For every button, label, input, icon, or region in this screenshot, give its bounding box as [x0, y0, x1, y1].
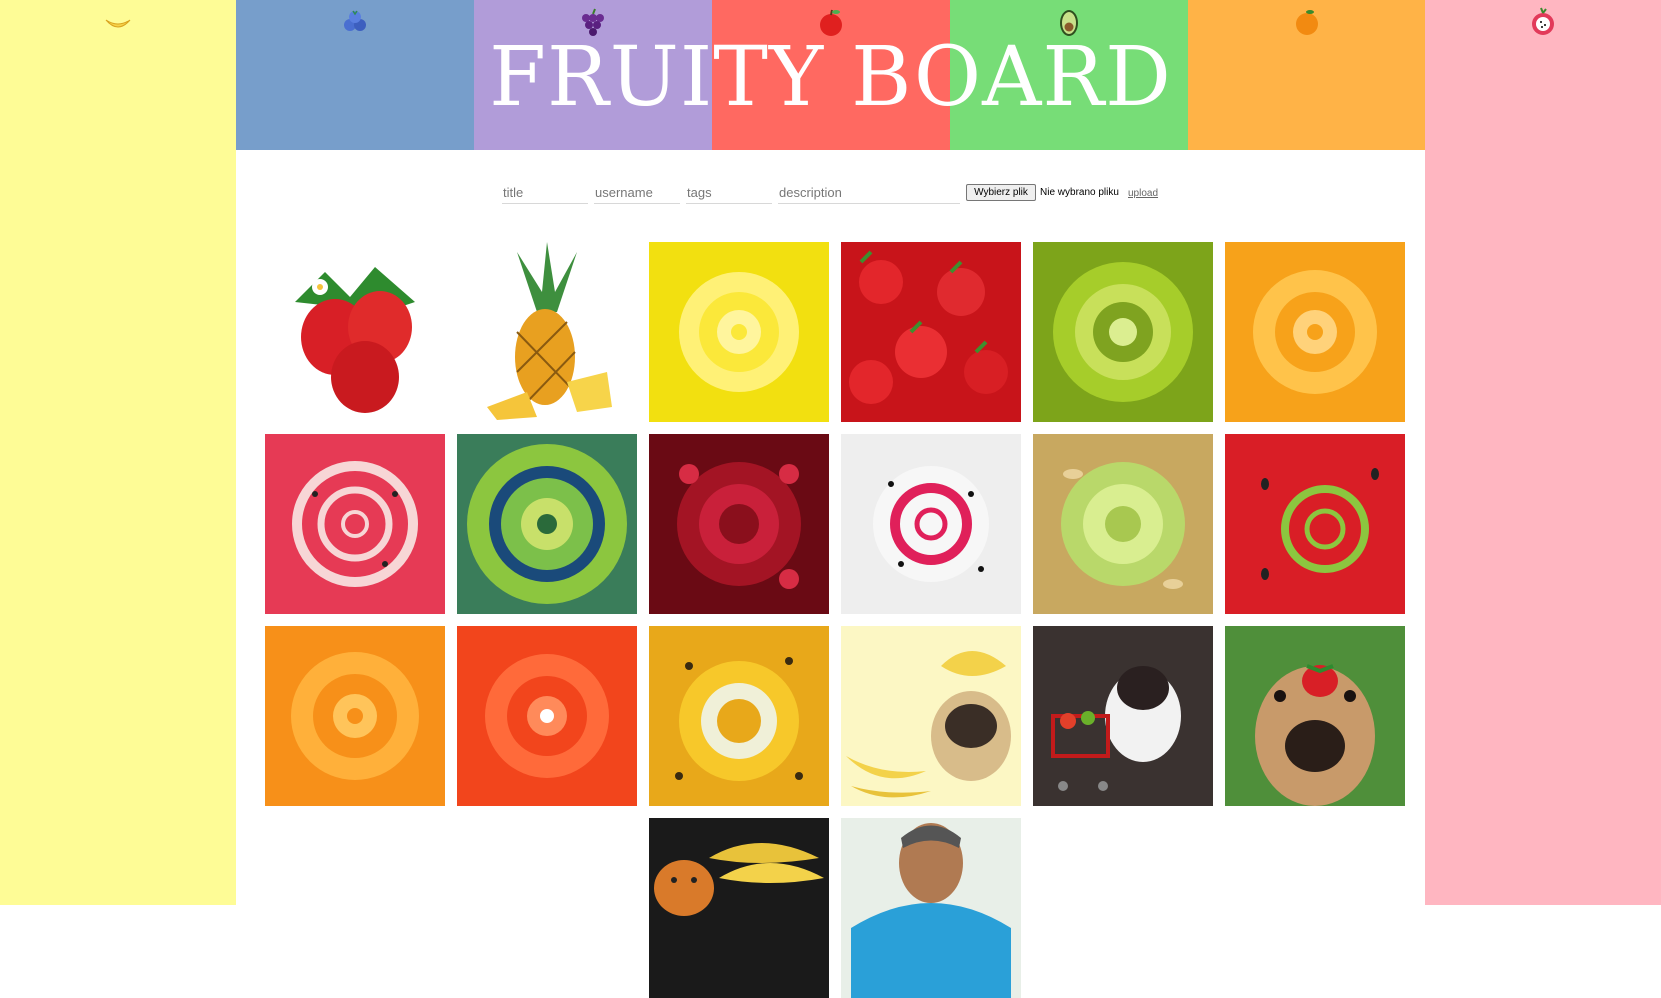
- banana-strip: [0, 0, 236, 905]
- gallery-image-grapefruit-spiral[interactable]: [457, 626, 637, 806]
- gallery-image-melon-spiral[interactable]: [1033, 434, 1213, 614]
- dragonfruit-icon: [1532, 7, 1554, 35]
- file-status: Nie wybrano pliku: [1040, 187, 1119, 198]
- banana-icon: [105, 19, 131, 28]
- gallery-image-orange-spiral[interactable]: [1225, 242, 1405, 422]
- title-input[interactable]: [502, 182, 588, 204]
- gallery-image-lemon-spiral[interactable]: [649, 242, 829, 422]
- gallery-image-pomegranate-spiral[interactable]: [649, 434, 829, 614]
- username-input[interactable]: [594, 182, 680, 204]
- gallery-image-orange-spiral-2[interactable]: [265, 626, 445, 806]
- gallery-image-strawberry-spiral[interactable]: [841, 242, 1021, 422]
- gallery-image-cat-bananas[interactable]: [649, 818, 829, 998]
- gallery-image-passionfruit-spiral[interactable]: [649, 626, 829, 806]
- gallery-image-dragonfruit-spiral[interactable]: [841, 434, 1021, 614]
- gallery-image-man-portrait[interactable]: [841, 818, 1021, 998]
- gallery-image-strawberries[interactable]: [265, 242, 445, 422]
- choose-file-button[interactable]: Wybierz plik: [966, 184, 1036, 201]
- upload-form: Wybierz plik Nie wybrano pliku upload: [236, 180, 1425, 208]
- dragonfruit-strip: [1425, 0, 1661, 905]
- gallery-image-kiwi-spiral-2[interactable]: [457, 434, 637, 614]
- gallery-image-dog-strawberry[interactable]: [1225, 626, 1405, 806]
- upload-link[interactable]: upload: [1128, 188, 1158, 199]
- description-input[interactable]: [778, 182, 960, 204]
- image-gallery: [260, 242, 1410, 998]
- tags-input[interactable]: [686, 182, 772, 204]
- gallery-image-puppy-cart[interactable]: [1033, 626, 1213, 806]
- gallery-image-kiwi-spiral[interactable]: [1033, 242, 1213, 422]
- gallery-image-pineapple[interactable]: [457, 242, 637, 422]
- gallery-image-watermelon-spiral-2[interactable]: [1225, 434, 1405, 614]
- gallery-image-pug-banana[interactable]: [841, 626, 1021, 806]
- gallery-image-watermelon-spiral[interactable]: [265, 434, 445, 614]
- page-title: FRUITY BOARD: [489, 30, 1172, 125]
